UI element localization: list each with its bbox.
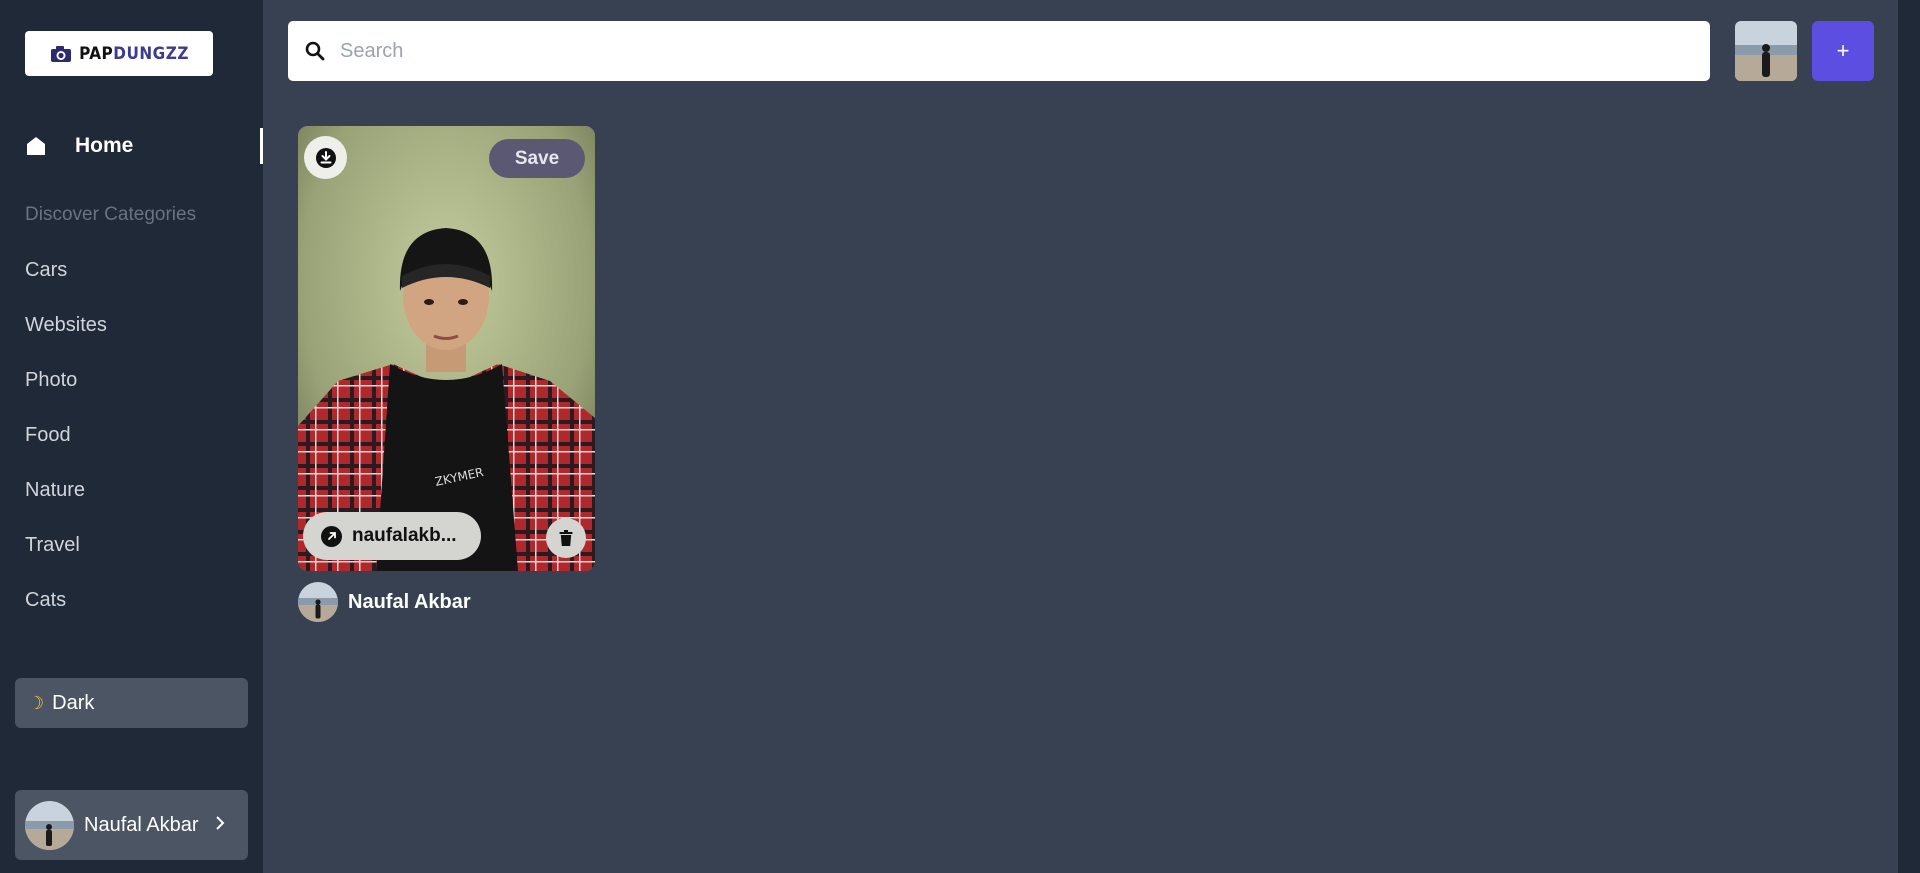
- sidebar-item-cats[interactable]: Cats: [25, 585, 107, 640]
- search-bar: [288, 21, 1710, 81]
- download-icon: [315, 147, 336, 168]
- sidebar-item-photo[interactable]: Photo: [25, 365, 107, 420]
- pin-destination-link[interactable]: naufalakb...: [303, 512, 481, 560]
- pin-image: ZKYMER: [298, 126, 595, 571]
- search-input[interactable]: [338, 38, 1638, 64]
- author-name: Naufal Akbar: [348, 590, 471, 613]
- logo-text: PAPDUNGZZ: [79, 43, 189, 64]
- category-list: Cars Websites Photo Food Nature Travel C…: [25, 255, 107, 640]
- user-profile-button[interactable]: Naufal Akbar: [15, 790, 248, 860]
- camera-icon: [51, 45, 72, 62]
- arrow-up-right-icon: [321, 525, 342, 547]
- home-icon: [27, 137, 45, 155]
- sidebar-item-label: Home: [75, 134, 134, 157]
- theme-toggle-button[interactable]: ☽ Dark: [15, 678, 248, 728]
- sidebar-item-travel[interactable]: Travel: [25, 530, 107, 585]
- save-button[interactable]: Save: [489, 139, 585, 178]
- sidebar-item-websites[interactable]: Websites: [25, 310, 107, 365]
- avatar: [298, 582, 338, 622]
- logo[interactable]: PAPDUNGZZ: [25, 31, 213, 76]
- pin-author[interactable]: Naufal Akbar: [298, 582, 471, 622]
- create-pin-button[interactable]: +: [1812, 21, 1874, 81]
- sidebar-item-cars[interactable]: Cars: [25, 255, 107, 310]
- pin-link-text: naufalakb...: [352, 525, 457, 546]
- chevron-right-icon: [215, 814, 225, 837]
- trash-icon: [559, 530, 573, 546]
- user-name: Naufal Akbar: [84, 813, 199, 836]
- pin-card[interactable]: ZKYMER Save naufalakb...: [298, 126, 595, 571]
- search-icon: [305, 41, 325, 61]
- sidebar-item-home[interactable]: Home: [0, 128, 263, 164]
- sidebar-item-nature[interactable]: Nature: [25, 475, 107, 530]
- avatar: [25, 800, 74, 850]
- download-button[interactable]: [304, 136, 347, 179]
- scrollbar[interactable]: [1898, 0, 1920, 873]
- moon-icon: ☽: [28, 692, 45, 713]
- profile-avatar-button[interactable]: [1735, 21, 1797, 81]
- delete-button[interactable]: [546, 518, 586, 558]
- sidebar-item-food[interactable]: Food: [25, 420, 107, 475]
- discover-categories-heading: Discover Categories: [25, 204, 197, 225]
- theme-label: Dark: [52, 691, 95, 714]
- sidebar: PAPDUNGZZ Home Discover Categories Cars …: [0, 0, 263, 873]
